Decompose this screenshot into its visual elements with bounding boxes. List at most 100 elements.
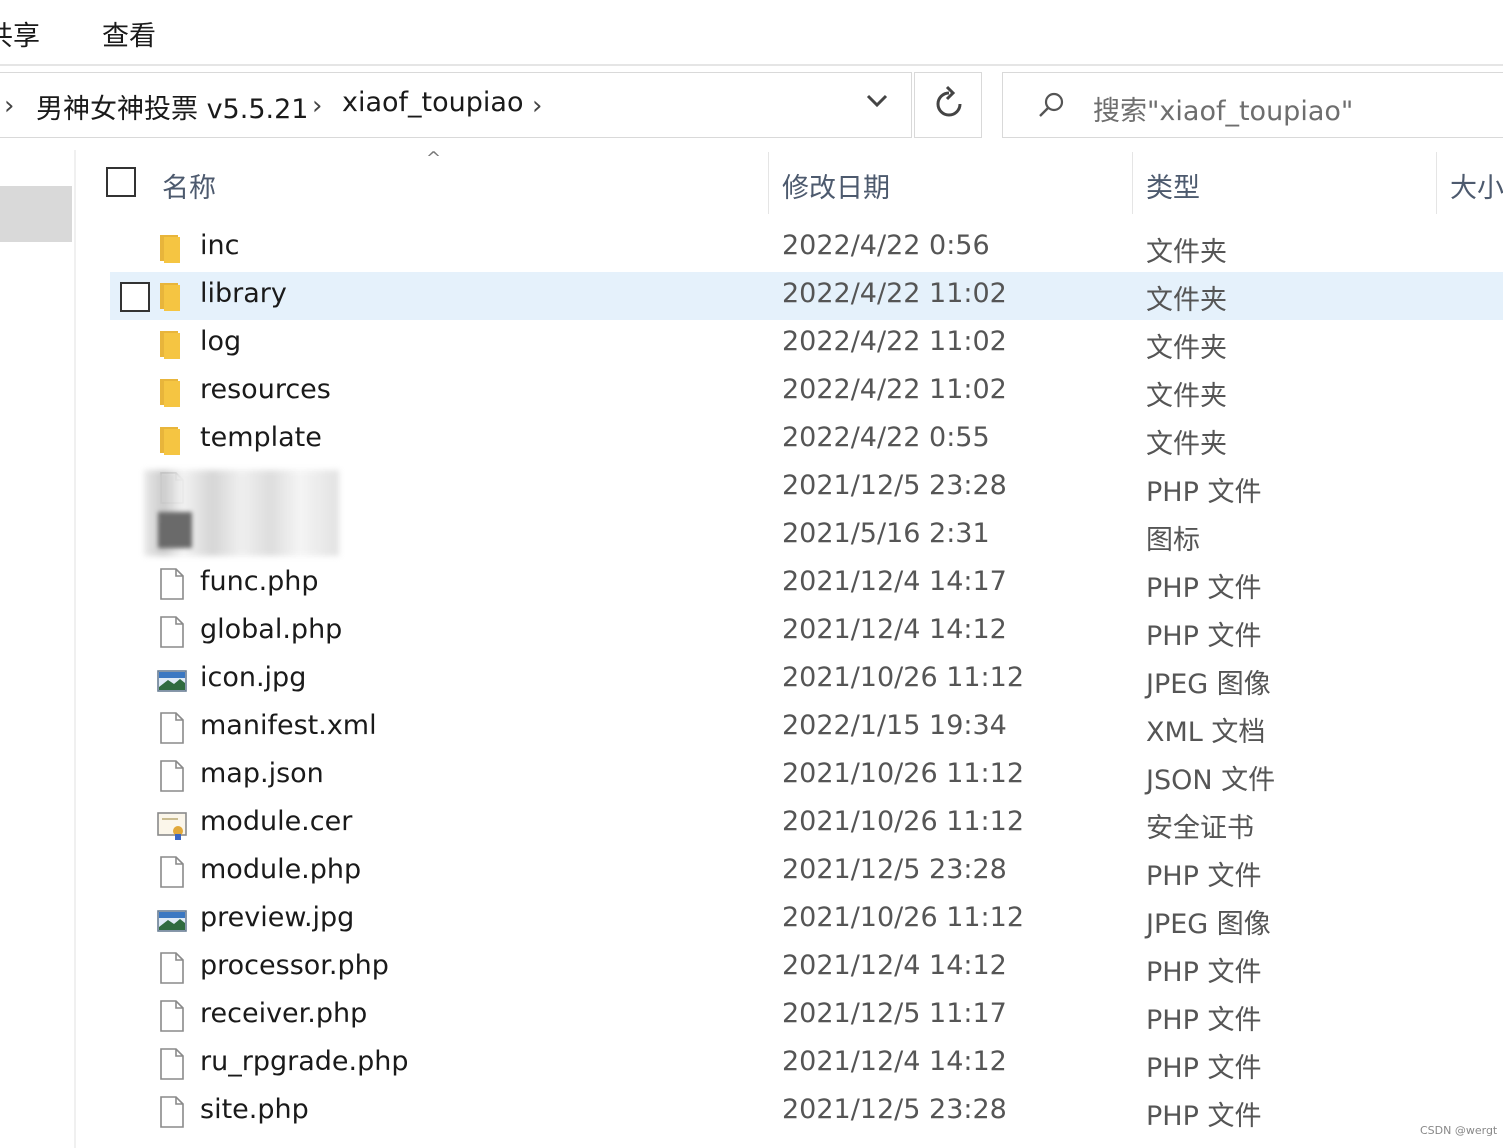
redaction-blur [158, 512, 192, 548]
file-name[interactable]: module.php [200, 854, 361, 885]
file-type: JPEG 图像 [1146, 669, 1271, 700]
sort-ascending-icon: ^ [426, 148, 442, 169]
file-type: JSON 文件 [1146, 765, 1276, 796]
file-row[interactable]: icon.jpg 2021/10/26 11:12 JPEG 图像 [110, 656, 1503, 704]
file-row[interactable]: manifest.xml 2022/1/15 19:34 XML 文档 [110, 704, 1503, 752]
file-date: 2022/4/22 11:02 [782, 326, 1007, 357]
file-icon [156, 855, 188, 889]
breadcrumb-item[interactable]: xiaof_toupiao [342, 87, 523, 118]
folder-icon [156, 375, 188, 409]
file-date: 2021/10/26 11:12 [782, 902, 1025, 933]
file-icon [156, 999, 188, 1033]
file-name[interactable]: inc [200, 230, 239, 261]
file-name[interactable]: map.json [200, 758, 324, 789]
column-divider[interactable] [768, 152, 769, 214]
file-type: 图标 [1146, 525, 1200, 556]
refresh-icon [933, 85, 965, 129]
file-row[interactable]: module.cer 2021/10/26 11:12 安全证书 [110, 800, 1503, 848]
column-header-type[interactable]: 类型 [1146, 166, 1200, 205]
file-row[interactable]: func.php 2021/12/4 14:17 PHP 文件 [110, 560, 1503, 608]
file-row[interactable]: receiver.php 2021/12/5 11:17 PHP 文件 [110, 992, 1503, 1040]
file-name[interactable]: manifest.xml [200, 710, 377, 741]
file-icon [156, 615, 188, 649]
file-date: 2021/12/5 11:17 [782, 998, 1007, 1029]
file-name[interactable]: icon.jpg [200, 662, 306, 693]
file-name[interactable]: receiver.php [200, 998, 367, 1029]
file-type: PHP 文件 [1146, 1053, 1262, 1084]
file-row[interactable]: ru_rpgrade.php 2021/12/4 14:12 PHP 文件 [110, 1040, 1503, 1088]
file-name[interactable]: module.cer [200, 806, 352, 837]
image-icon [156, 663, 188, 697]
file-type: JPEG 图像 [1146, 909, 1271, 940]
nav-pane-divider[interactable] [74, 150, 76, 1148]
chevron-right-icon[interactable]: › [312, 91, 322, 121]
file-date: 2021/12/4 14:12 [782, 614, 1007, 645]
file-type: PHP 文件 [1146, 1005, 1262, 1036]
file-name[interactable]: preview.jpg [200, 902, 354, 933]
column-divider[interactable] [1436, 152, 1437, 214]
column-header-size[interactable]: 大小 [1450, 166, 1503, 205]
search-box[interactable]: 搜索"xiaof_toupiao" [1002, 72, 1503, 138]
file-date: 2022/1/15 19:34 [782, 710, 1007, 741]
file-date: 2022/4/22 0:56 [782, 230, 990, 261]
file-row[interactable]: template 2022/4/22 0:55 文件夹 [110, 416, 1503, 464]
search-input[interactable]: 搜索"xiaof_toupiao" [1093, 89, 1353, 128]
file-row[interactable]: resources 2022/4/22 11:02 文件夹 [110, 368, 1503, 416]
file-row[interactable]: inc 2022/4/22 0:56 文件夹 [110, 224, 1503, 272]
file-name[interactable]: log [200, 326, 241, 357]
file-icon [156, 1095, 188, 1129]
file-type: PHP 文件 [1146, 861, 1262, 892]
image-icon [156, 903, 188, 937]
column-divider[interactable] [1132, 152, 1133, 214]
file-name[interactable]: library [200, 278, 287, 309]
file-date: 2022/4/22 11:02 [782, 278, 1007, 309]
file-row[interactable]: module.php 2021/12/5 23:28 PHP 文件 [110, 848, 1503, 896]
file-name[interactable]: site.php [200, 1094, 309, 1125]
tab-share[interactable]: 共享 [0, 14, 40, 53]
folder-icon [156, 423, 188, 457]
file-icon [156, 711, 188, 745]
file-date: 2021/12/5 23:28 [782, 854, 1007, 885]
chevron-right-icon[interactable]: › [532, 91, 542, 121]
address-bar[interactable]: › 男神女神投票 v5.5.21 › xiaof_toupiao › [0, 72, 912, 138]
file-row[interactable]: library 2022/4/22 11:02 文件夹 [110, 272, 1503, 320]
file-row[interactable]: log 2022/4/22 11:02 文件夹 [110, 320, 1503, 368]
breadcrumb-item[interactable]: 男神女神投票 v5.5.21 [36, 87, 308, 126]
folder-icon [156, 327, 188, 361]
file-name[interactable]: ru_rpgrade.php [200, 1046, 408, 1077]
ribbon: 共享 查看 [0, 0, 1503, 66]
file-date: 2021/10/26 11:12 [782, 662, 1025, 693]
file-date: 2021/12/5 23:28 [782, 1094, 1007, 1125]
file-type: 文件夹 [1146, 429, 1227, 460]
file-row[interactable]: global.php 2021/12/4 14:12 PHP 文件 [110, 608, 1503, 656]
chevron-right-icon[interactable]: › [4, 91, 14, 121]
file-date: 2022/4/22 11:02 [782, 374, 1007, 405]
file-icon [156, 951, 188, 985]
chevron-down-icon[interactable] [864, 87, 890, 120]
file-date: 2021/12/5 23:28 [782, 470, 1007, 501]
folder-icon [156, 279, 188, 313]
file-row[interactable]: site.php 2021/12/5 23:28 PHP 文件 [110, 1088, 1503, 1136]
file-type: PHP 文件 [1146, 621, 1262, 652]
tab-view[interactable]: 查看 [102, 14, 156, 53]
certificate-icon [156, 807, 188, 841]
file-row[interactable]: processor.php 2021/12/4 14:12 PHP 文件 [110, 944, 1503, 992]
file-name[interactable]: template [200, 422, 322, 453]
file-row[interactable]: preview.jpg 2021/10/26 11:12 JPEG 图像 [110, 896, 1503, 944]
file-name[interactable]: global.php [200, 614, 342, 645]
file-icon [156, 567, 188, 601]
select-all-checkbox[interactable] [106, 167, 136, 197]
nav-pane-item[interactable] [0, 186, 72, 242]
file-row[interactable]: map.json 2021/10/26 11:12 JSON 文件 [110, 752, 1503, 800]
file-name[interactable]: func.php [200, 566, 319, 597]
refresh-button[interactable] [914, 72, 982, 138]
file-date: 2021/12/4 14:12 [782, 1046, 1007, 1077]
file-type: PHP 文件 [1146, 477, 1262, 508]
column-header-date[interactable]: 修改日期 [782, 166, 890, 205]
file-type: 文件夹 [1146, 333, 1227, 364]
column-header-name[interactable]: 名称 [162, 166, 216, 205]
file-type: PHP 文件 [1146, 573, 1262, 604]
file-name[interactable]: processor.php [200, 950, 389, 981]
file-name[interactable]: resources [200, 374, 331, 405]
row-checkbox[interactable] [120, 282, 150, 312]
